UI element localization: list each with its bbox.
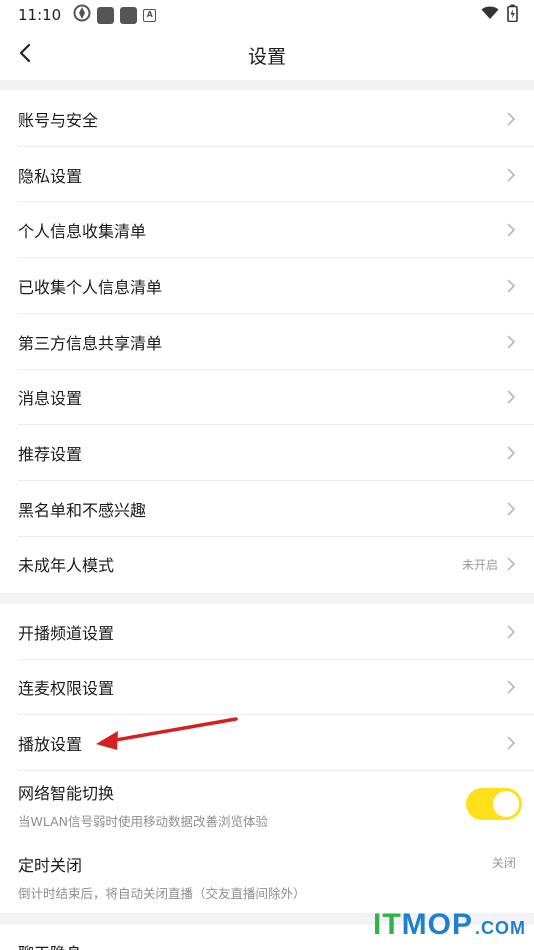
annotation-arrow xyxy=(96,717,238,750)
watermark-logo: IT MOP .COM xyxy=(372,908,526,941)
